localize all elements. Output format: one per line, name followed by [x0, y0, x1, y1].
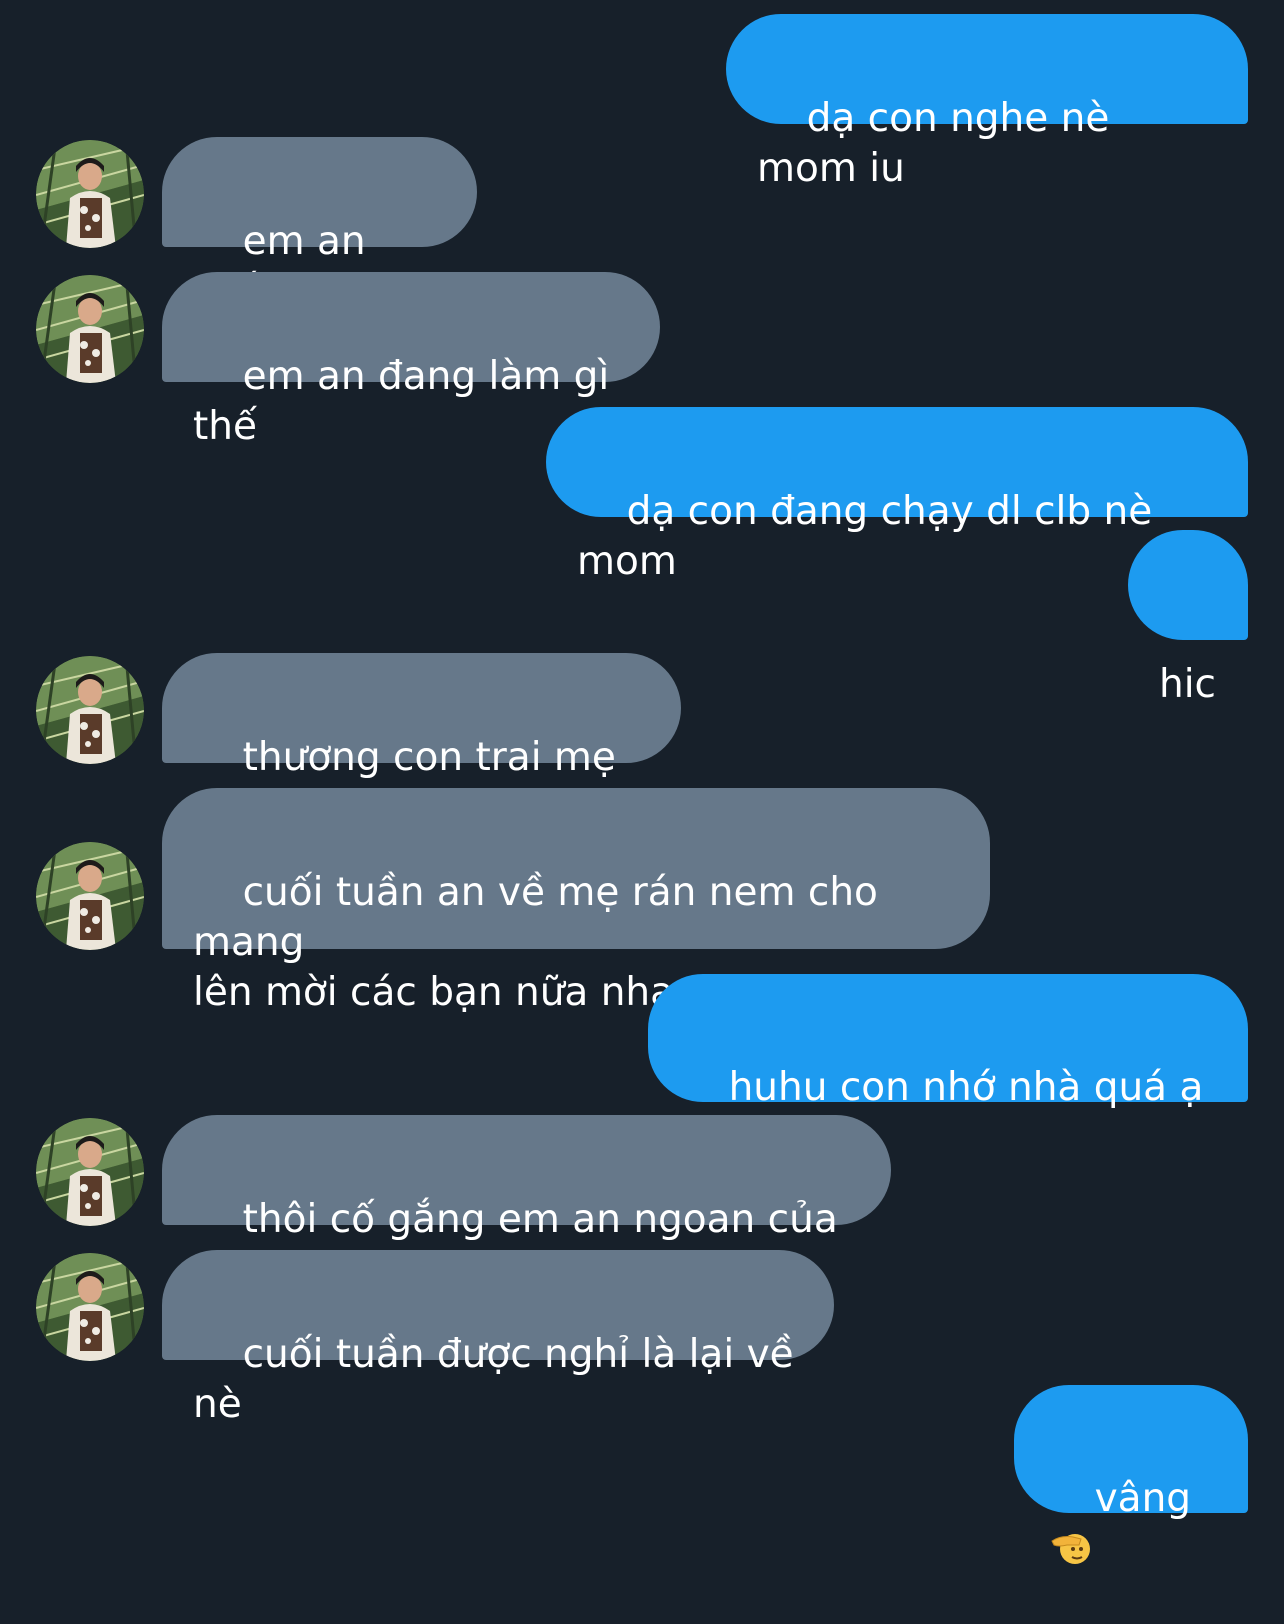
avatar[interactable]	[36, 140, 144, 248]
message-text: dạ con đang chạy dl clb nè mom	[577, 489, 1165, 584]
received-message-bubble[interactable]: cuối tuần được nghỉ là lại về nè	[162, 1250, 834, 1427]
avatar[interactable]	[36, 656, 144, 764]
avatar[interactable]	[36, 1253, 144, 1361]
received-message-bubble[interactable]: cuối tuần an về mẹ rán nem cho mang lên …	[162, 788, 990, 1015]
avatar[interactable]	[36, 1118, 144, 1226]
received-message-bubble[interactable]: em an đang làm gì thế	[162, 272, 660, 449]
sent-message-bubble[interactable]: huhu con nhớ nhà quá ạ	[648, 974, 1248, 1102]
message-text: hic	[1159, 662, 1216, 707]
received-message-bubble[interactable]: thương con trai mẹ quá	[162, 653, 681, 830]
avatar[interactable]	[36, 275, 144, 383]
message-text: cuối tuần được nghỉ là lại về nè	[193, 1332, 807, 1427]
sent-message-bubble[interactable]: dạ con nghe nè mom iu	[726, 14, 1248, 191]
message-text: vâng	[1094, 1476, 1192, 1521]
avatar[interactable]	[36, 842, 144, 950]
message-text: huhu con nhớ nhà quá ạ	[728, 1065, 1204, 1110]
saluting-face-icon	[1051, 1527, 1091, 1567]
sent-message-bubble[interactable]: hic	[1128, 530, 1248, 707]
message-text: dạ con nghe nè mom iu	[757, 96, 1122, 191]
sent-message-bubble[interactable]: dạ con đang chạy dl clb nè mom	[546, 407, 1248, 584]
sent-message-bubble[interactable]: vâng	[1014, 1385, 1248, 1513]
received-message-bubble[interactable]: em an thối ơi	[162, 137, 477, 314]
received-message-bubble[interactable]: thôi cố gắng em an ngoan của mẹ	[162, 1115, 891, 1292]
